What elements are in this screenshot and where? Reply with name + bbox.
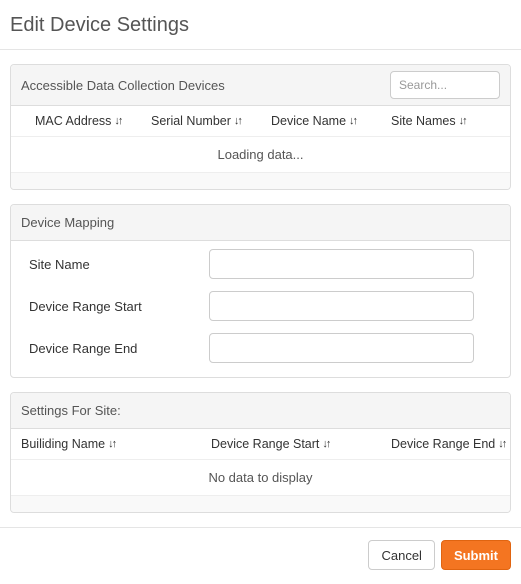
- sort-icon: ↓↑: [322, 438, 329, 450]
- settings-table-body: No data to display: [11, 460, 510, 496]
- form-row-range-end: Device Range End: [11, 325, 510, 377]
- cancel-button[interactable]: Cancel: [368, 540, 434, 570]
- devices-panel: Accessible Data Collection Devices MAC A…: [10, 64, 511, 190]
- column-label: Serial Number: [151, 114, 231, 128]
- sort-icon: ↓↑: [114, 115, 121, 127]
- column-label: Device Name: [271, 114, 346, 128]
- column-serial-number[interactable]: Serial Number ↓↑: [151, 114, 271, 128]
- submit-button[interactable]: Submit: [441, 540, 511, 570]
- sort-icon: ↓↑: [234, 115, 241, 127]
- sort-icon: ↓↑: [108, 438, 115, 450]
- column-label: MAC Address: [35, 114, 111, 128]
- button-row: Cancel Submit: [0, 540, 521, 584]
- sort-icon: ↓↑: [349, 115, 356, 127]
- range-start-label: Device Range Start: [29, 299, 209, 314]
- site-name-label: Site Name: [29, 257, 209, 272]
- column-label: Device Range End: [391, 437, 495, 451]
- column-mac-address[interactable]: MAC Address ↓↑: [21, 114, 151, 128]
- column-label: Site Names: [391, 114, 456, 128]
- panel-footer: [11, 496, 510, 512]
- range-end-label: Device Range End: [29, 341, 209, 356]
- page-title: Edit Device Settings: [0, 0, 521, 49]
- mapping-panel-header: Device Mapping: [11, 205, 510, 241]
- divider: [0, 49, 521, 50]
- sort-icon: ↓↑: [459, 115, 466, 127]
- range-end-input[interactable]: [209, 333, 474, 363]
- settings-table-header: Builiding Name ↓↑ Device Range Start ↓↑ …: [11, 429, 510, 460]
- panel-footer: [11, 173, 510, 189]
- range-start-input[interactable]: [209, 291, 474, 321]
- mapping-panel-title: Device Mapping: [21, 215, 114, 230]
- devices-table-body: Loading data...: [11, 137, 510, 173]
- footer-divider: [0, 527, 521, 528]
- column-device-name[interactable]: Device Name ↓↑: [271, 114, 391, 128]
- site-name-input[interactable]: [209, 249, 474, 279]
- settings-panel-title: Settings For Site:: [21, 403, 121, 418]
- column-site-names[interactable]: Site Names ↓↑: [391, 114, 500, 128]
- column-label: Builiding Name: [21, 437, 105, 451]
- devices-table-header: MAC Address ↓↑ Serial Number ↓↑ Device N…: [11, 106, 510, 137]
- column-building-name[interactable]: Builiding Name ↓↑: [21, 437, 211, 451]
- form-row-site-name: Site Name: [11, 241, 510, 283]
- settings-panel: Settings For Site: Builiding Name ↓↑ Dev…: [10, 392, 511, 513]
- settings-panel-header: Settings For Site:: [11, 393, 510, 429]
- mapping-panel: Device Mapping Site Name Device Range St…: [10, 204, 511, 378]
- column-range-start[interactable]: Device Range Start ↓↑: [211, 437, 391, 451]
- devices-panel-title: Accessible Data Collection Devices: [21, 78, 225, 93]
- column-label: Device Range Start: [211, 437, 319, 451]
- sort-icon: ↓↑: [498, 438, 505, 450]
- column-range-end[interactable]: Device Range End ↓↑: [391, 437, 505, 451]
- form-row-range-start: Device Range Start: [11, 283, 510, 325]
- devices-panel-header: Accessible Data Collection Devices: [11, 65, 510, 106]
- search-input[interactable]: [390, 71, 500, 99]
